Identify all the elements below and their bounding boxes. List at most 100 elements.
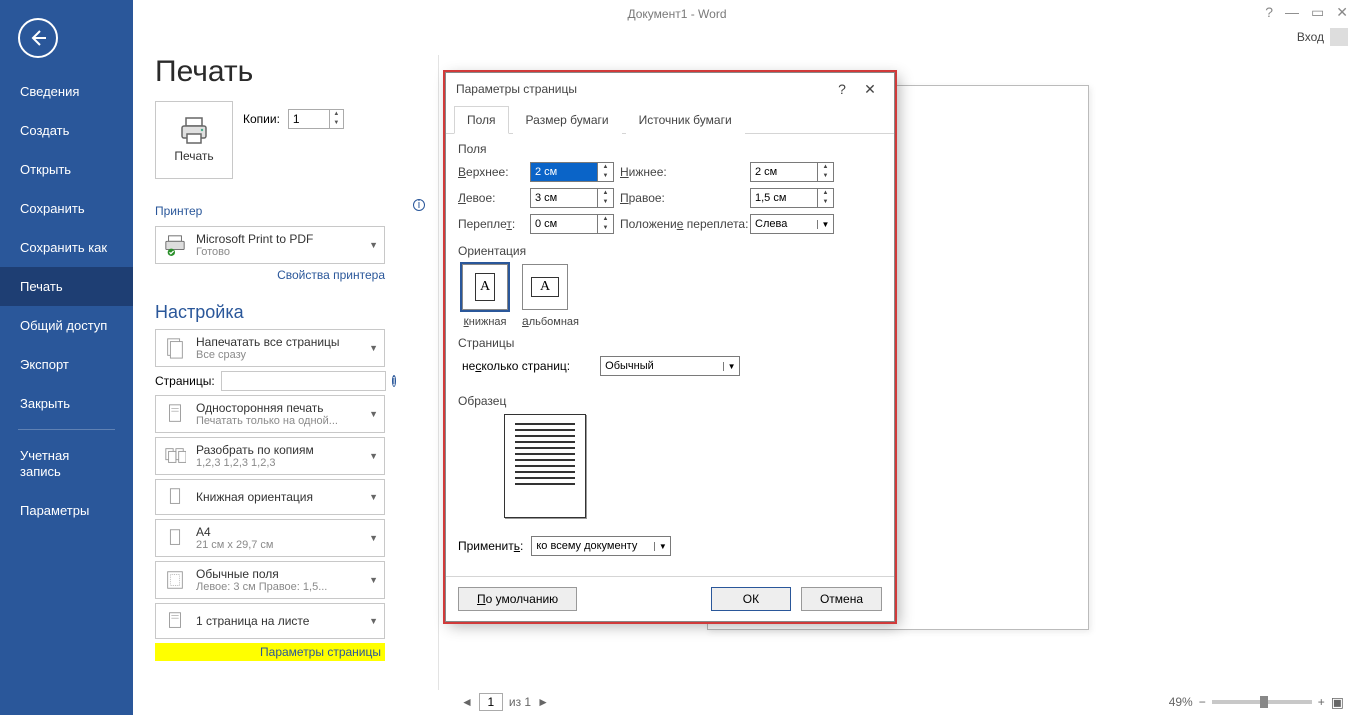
sidebar-item-saveas[interactable]: Сохранить как: [0, 228, 133, 267]
spin-up-icon[interactable]: ▲: [818, 163, 833, 172]
sample-preview: [504, 414, 586, 518]
copies-label: Копии:: [243, 112, 280, 126]
spin-down-icon[interactable]: ▼: [818, 172, 833, 181]
sidebar-items: Сведения Создать Открыть Сохранить Сохра…: [0, 72, 133, 530]
sidebar-item-new[interactable]: Создать: [0, 111, 133, 150]
info-icon[interactable]: i: [413, 199, 425, 211]
setting-margins[interactable]: Обычные поляЛевое: 3 см Правое: 1,5... ▼: [155, 561, 385, 599]
group-pages: Страницы: [458, 336, 882, 350]
sheet-icon: [162, 608, 188, 634]
multi-pages-select[interactable]: Обычный▼: [600, 356, 740, 376]
setting-onesided[interactable]: Односторонняя печатьПечатать только на о…: [155, 395, 385, 433]
spin-up-icon[interactable]: ▲: [330, 110, 343, 119]
printer-properties-link[interactable]: Свойства принтера: [155, 268, 385, 282]
copies-input[interactable]: [289, 110, 329, 128]
bottom-label: Нижнее:: [620, 165, 750, 179]
print-title: Печать: [155, 55, 425, 89]
dialog-close-icon[interactable]: ✕: [856, 81, 884, 98]
spin-down-icon[interactable]: ▼: [598, 172, 613, 181]
dialog-help-icon[interactable]: ?: [828, 81, 856, 97]
settings-heading: Настройка: [155, 302, 425, 323]
print-button[interactable]: Печать: [155, 101, 233, 179]
gutter-label: Переплет:: [458, 217, 530, 231]
info-icon[interactable]: i: [392, 375, 396, 387]
paper-icon: [162, 525, 188, 551]
ok-button[interactable]: ОК: [711, 587, 791, 611]
setting-print-all[interactable]: Напечатать все страницыВсе сразу ▼: [155, 329, 385, 367]
signin-row[interactable]: Вход: [1297, 28, 1348, 46]
prev-page-icon[interactable]: ◄: [461, 695, 473, 709]
chevron-down-icon: ▼: [723, 362, 739, 371]
default-button[interactable]: По умолчанию: [458, 587, 577, 611]
group-margins: Поля: [458, 142, 882, 156]
sidebar-item-info[interactable]: Сведения: [0, 72, 133, 111]
tab-paper-size[interactable]: Размер бумаги: [513, 106, 622, 134]
zoom-label: 49%: [1169, 695, 1193, 709]
pages-label: Страницы:: [155, 374, 215, 388]
titlebar: Документ1 - Word ? — ▭ ✕: [0, 0, 1354, 28]
chevron-down-icon: ▼: [369, 240, 378, 250]
orient-portrait[interactable]: A книжная: [462, 264, 508, 328]
pages-input[interactable]: [221, 371, 386, 391]
close-icon[interactable]: ✕: [1336, 4, 1348, 21]
gutter-pos-select[interactable]: Слева▼: [750, 214, 834, 234]
sidebar: Сведения Создать Открыть Сохранить Сохра…: [0, 0, 133, 715]
help-icon[interactable]: ?: [1265, 4, 1273, 21]
spin-down-icon[interactable]: ▼: [330, 119, 343, 128]
chevron-down-icon: ▼: [369, 409, 378, 419]
spin-up-icon[interactable]: ▲: [598, 163, 613, 172]
page-setup-link[interactable]: Параметры страницы: [155, 643, 385, 661]
right-field[interactable]: ▲▼: [750, 188, 834, 208]
pages-icon: [162, 335, 188, 361]
print-panel: Печать Печать Копии: ▲▼ Принтер i: [155, 55, 425, 661]
left-field[interactable]: ▲▼: [530, 188, 614, 208]
page-number-input[interactable]: [479, 693, 503, 711]
spin-up-icon[interactable]: ▲: [598, 215, 613, 224]
chevron-down-icon: ▼: [654, 542, 670, 551]
copies-spinner[interactable]: ▲▼: [288, 109, 344, 129]
sidebar-item-print[interactable]: Печать: [0, 267, 133, 306]
fit-page-icon[interactable]: ▣: [1331, 694, 1344, 711]
top-field[interactable]: ▲▼: [530, 162, 614, 182]
apply-label: Применить:: [458, 539, 523, 553]
restore-icon[interactable]: ▭: [1311, 4, 1324, 21]
chevron-down-icon: ▼: [369, 575, 378, 585]
orient-landscape[interactable]: A альбомная: [522, 264, 579, 328]
gutter-field[interactable]: ▲▼: [530, 214, 614, 234]
bottom-field[interactable]: ▲▼: [750, 162, 834, 182]
sidebar-item-account[interactable]: Учетная запись: [0, 436, 133, 491]
printer-combo[interactable]: Microsoft Print to PDF Готово ▼: [155, 226, 385, 264]
setting-orientation[interactable]: Книжная ориентация ▼: [155, 479, 385, 515]
setting-paper-size[interactable]: A421 см x 29,7 см ▼: [155, 519, 385, 557]
chevron-down-icon: ▼: [369, 451, 378, 461]
sidebar-item-options[interactable]: Параметры: [0, 491, 133, 530]
sidebar-item-close[interactable]: Закрыть: [0, 384, 133, 423]
sidebar-item-share[interactable]: Общий доступ: [0, 306, 133, 345]
zoom-slider[interactable]: [1212, 700, 1312, 704]
minimize-icon[interactable]: —: [1285, 4, 1299, 21]
tab-paper-source[interactable]: Источник бумаги: [626, 106, 745, 134]
multi-pages-label: несколько страниц:: [462, 359, 570, 373]
spin-up-icon[interactable]: ▲: [598, 189, 613, 198]
zoom-in-icon[interactable]: +: [1318, 695, 1325, 709]
spin-down-icon[interactable]: ▼: [598, 224, 613, 233]
spin-up-icon[interactable]: ▲: [818, 189, 833, 198]
apply-select[interactable]: ко всему документу▼: [531, 536, 671, 556]
sidebar-item-save[interactable]: Сохранить: [0, 189, 133, 228]
sidebar-item-open[interactable]: Открыть: [0, 150, 133, 189]
spin-down-icon[interactable]: ▼: [818, 198, 833, 207]
cancel-button[interactable]: Отмена: [801, 587, 882, 611]
sidebar-item-export[interactable]: Экспорт: [0, 345, 133, 384]
setting-pages-per-sheet[interactable]: 1 страница на листе ▼: [155, 603, 385, 639]
arrow-left-icon: [28, 28, 48, 48]
next-page-icon[interactable]: ►: [537, 695, 549, 709]
signin-label: Вход: [1297, 30, 1324, 44]
zoom-out-icon[interactable]: −: [1199, 695, 1206, 709]
back-button[interactable]: [18, 18, 58, 58]
setting-collate[interactable]: Разобрать по копиям1,2,3 1,2,3 1,2,3 ▼: [155, 437, 385, 475]
preview-footer: ◄ из 1 ► 49% − + ▣: [455, 689, 1350, 715]
page-single-icon: [162, 401, 188, 427]
chevron-down-icon: ▼: [369, 492, 378, 502]
spin-down-icon[interactable]: ▼: [598, 198, 613, 207]
tab-margins[interactable]: Поля: [454, 106, 509, 134]
